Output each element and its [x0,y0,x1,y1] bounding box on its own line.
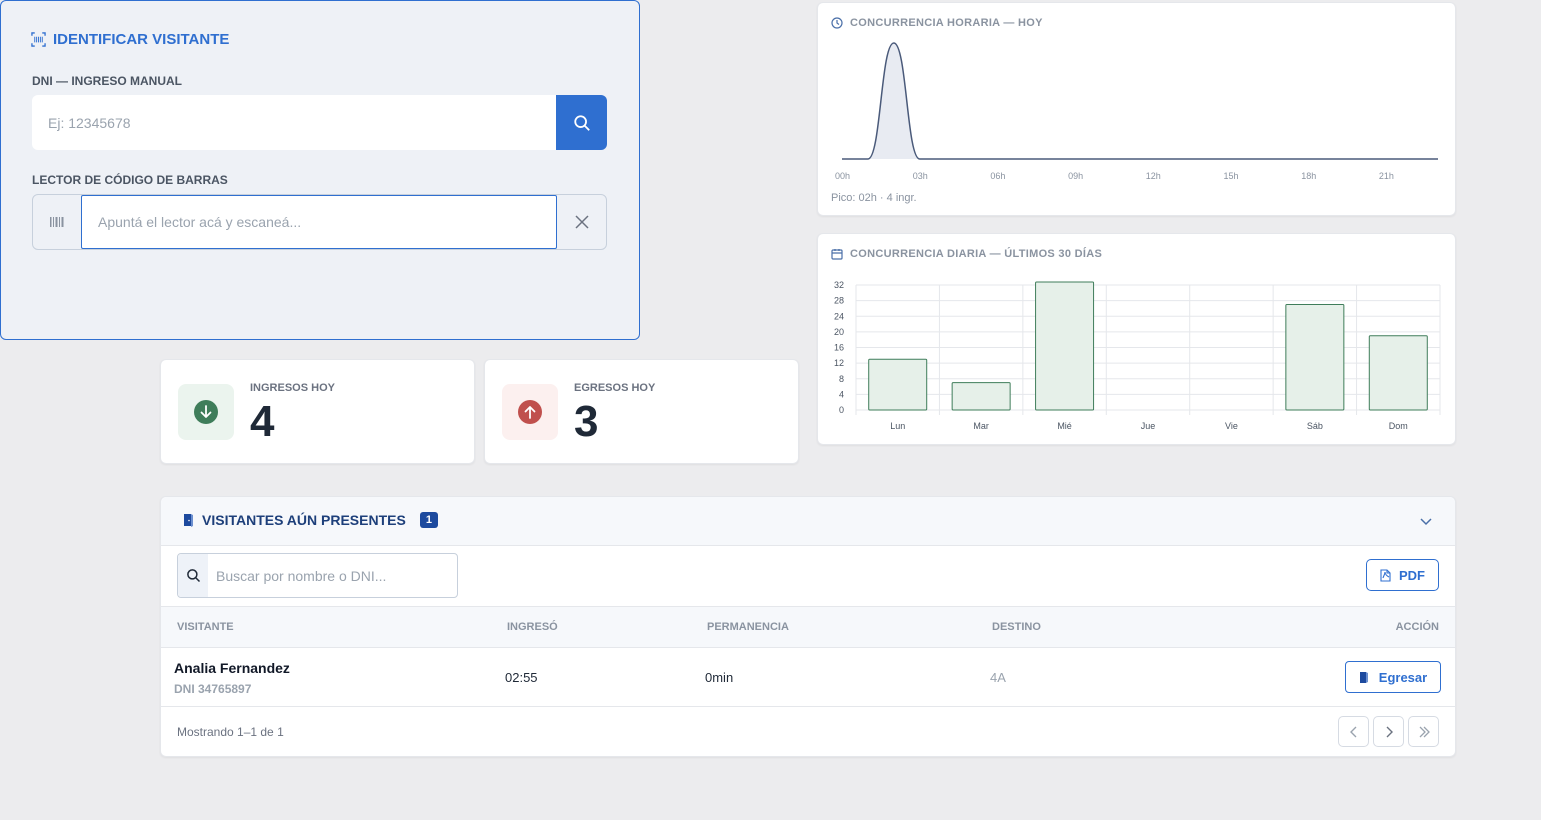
col-permanencia: PERMANENCIA [707,621,789,633]
col-visitante: VISITANTE [177,621,234,633]
hourly-tick-label: 12h [1146,171,1161,181]
arrow-down-circle-icon [194,400,218,424]
daily-y-tick-label: 28 [834,296,844,306]
hourly-tick-label: 06h [990,171,1005,181]
pdf-file-icon [1380,568,1391,582]
door-icon [184,514,193,527]
table-header: VISITANTE INGRESÓ PERMANENCIA DESTINO AC… [161,606,1455,648]
next-page-button[interactable] [1373,716,1404,747]
ingresos-card: INGRESOS HOY 4 [160,359,475,464]
table-row: Analia Fernandez DNI 34765897 02:55 0min… [161,648,1455,707]
daily-chart: 0 4 8 12 16 20 24 28 32 Lun Mar Mié Jue Vie Sáb Dom [834,280,1441,431]
visitor-ingreso: 02:55 [505,670,538,685]
daily-x-tick-label: Lun [890,421,905,431]
egresos-label: EGRESOS HOY [574,382,656,394]
barcode-label: LECTOR DE CÓDIGO DE BARRAS [32,173,228,187]
egresos-value: 3 [574,397,599,446]
visitor-name: Analia Fernandez [174,660,290,676]
daily-x-tick-label: Mié [1057,421,1072,431]
door-exit-icon [1359,671,1368,683]
egresar-button[interactable]: Egresar [1345,661,1441,693]
daily-y-tick-label: 4 [839,389,844,399]
hourly-tick-label: 21h [1379,171,1394,181]
chevron-down-icon[interactable] [1419,514,1433,528]
prev-page-button[interactable] [1338,716,1369,747]
barcode-scan-icon [31,32,46,47]
ingresos-value: 4 [250,397,275,446]
hourly-tick-label: 18h [1301,171,1316,181]
visitors-title: VISITANTES AÚN PRESENTES 1 [182,512,438,528]
identify-title: IDENTIFICAR VISITANTE [31,31,229,48]
last-page-button[interactable] [1408,716,1439,747]
daily-bar [1368,335,1428,411]
daily-x-tick-label: Vie [1225,421,1238,431]
visitors-panel: VISITANTES AÚN PRESENTES 1 PDF VISITANTE… [160,496,1456,757]
search-icon [178,554,208,597]
visitor-search [177,553,458,598]
daily-y-tick-label: 16 [834,343,844,353]
daily-x-tick-label: Sáb [1307,421,1323,431]
daily-x-tick-label: Mar [973,421,989,431]
hourly-tick-label: 15h [1224,171,1239,181]
peak-text: Pico: 02h · 4 ingr. [831,192,917,204]
chevron-left-icon [1349,726,1356,737]
dni-label: DNI — INGRESO MANUAL [32,74,182,88]
hourly-tick-label: 03h [913,171,928,181]
daily-x-tick-label: Dom [1389,421,1408,431]
daily-y-tick-label: 12 [834,358,844,368]
visitor-permanencia: 0min [705,670,734,685]
daily-bar [868,358,928,411]
daily-x-tick-label: Jue [1141,421,1156,431]
identify-visitor-card: IDENTIFICAR VISITANTE DNI — INGRESO MANU… [0,0,640,340]
arrow-up-circle-icon [518,400,542,424]
col-destino: DESTINO [992,621,1041,633]
hourly-chart-card: CONCURRENCIA HORARIA — HOY 00h 03h 06h 09h 1… [817,2,1456,216]
pdf-export-button[interactable]: PDF [1366,559,1439,591]
dni-input[interactable] [32,95,556,150]
hourly-tick-label: 09h [1068,171,1083,181]
visitor-dni: DNI 34765897 [174,682,252,696]
barcode-input[interactable] [81,195,557,249]
pagination-info: Mostrando 1–1 de 1 [177,725,284,739]
dni-search-button[interactable] [556,95,607,150]
visitor-search-input[interactable] [208,554,456,597]
daily-bar [1035,281,1095,411]
close-icon [575,215,589,229]
daily-chart-card: CONCURRENCIA DIARIA — ÚLTIMOS 30 DÍAS 04… [817,233,1456,445]
barcode-group [32,194,607,250]
ingresos-label: INGRESOS HOY [250,382,335,394]
egresos-card: EGRESOS HOY 3 [484,359,799,464]
chevrons-right-icon [1419,726,1430,737]
hourly-area [842,43,1438,159]
daily-bar [1285,304,1345,411]
ingresos-icon-box [178,384,234,440]
clear-barcode-button[interactable] [558,195,606,249]
chevron-right-icon [1386,726,1393,737]
daily-y-tick-label: 20 [834,327,844,337]
daily-bar [951,382,1011,411]
daily-y-tick-label: 0 [839,405,844,415]
visitor-destino: 4A [990,670,1006,685]
daily-y-tick-label: 32 [834,280,844,290]
visitors-header[interactable]: VISITANTES AÚN PRESENTES 1 [161,497,1455,546]
col-ingreso: INGRESÓ [507,621,558,633]
hourly-chart: 00h 03h 06h 09h 12h 15h 18h 21h [835,42,1438,181]
daily-y-tick-label: 8 [839,374,844,384]
hourly-line [841,42,1438,160]
visitors-count-badge: 1 [419,512,438,528]
search-icon [573,114,590,131]
egresos-icon-box [502,384,558,440]
barcode-icon [33,195,81,249]
col-accion: ACCIÓN [1395,621,1439,633]
hourly-tick-label: 00h [835,171,850,181]
daily-y-tick-label: 24 [834,311,844,321]
